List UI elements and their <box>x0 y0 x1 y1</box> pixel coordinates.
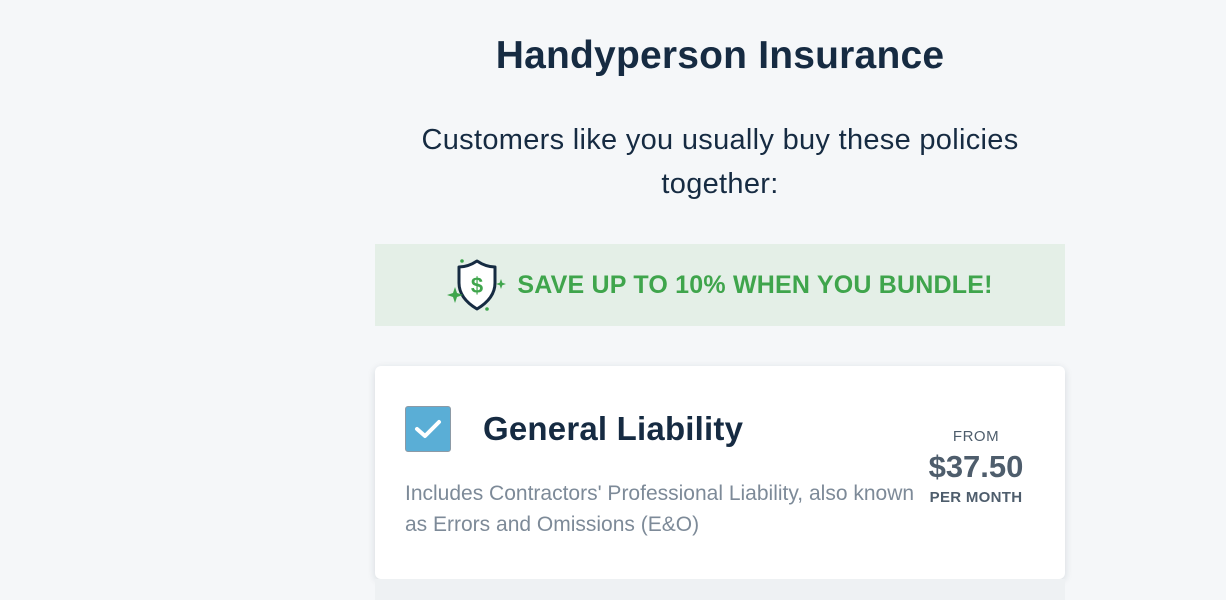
policy-description: Includes Contractors' Professional Liabi… <box>405 482 915 536</box>
price-block: FROM $37.50 PER MONTH <box>911 428 1041 506</box>
policy-name: General Liability <box>483 410 744 447</box>
page-title: Handyperson Insurance <box>495 34 945 77</box>
checkmark-icon <box>415 420 441 438</box>
next-card-edge <box>375 579 1065 600</box>
price-period: PER MONTH <box>929 489 1023 506</box>
bundle-savings-text: SAVE UP TO 10% WHEN YOU BUNDLE! <box>517 270 993 299</box>
page-subtitle: Customers like you usually buy these pol… <box>421 124 1019 200</box>
bundle-savings-banner: $ SAVE UP TO 10% WHEN YOU BUNDLE! <box>375 244 1065 326</box>
svg-text:$: $ <box>471 273 483 298</box>
price-amount: $37.50 <box>928 449 1024 484</box>
price-from-label: FROM <box>952 428 1000 445</box>
policy-card-general-liability[interactable]: General Liability Includes Contractors' … <box>375 366 1065 579</box>
shield-dollar-icon: $ <box>447 257 507 313</box>
policy-checkbox[interactable] <box>405 406 451 452</box>
